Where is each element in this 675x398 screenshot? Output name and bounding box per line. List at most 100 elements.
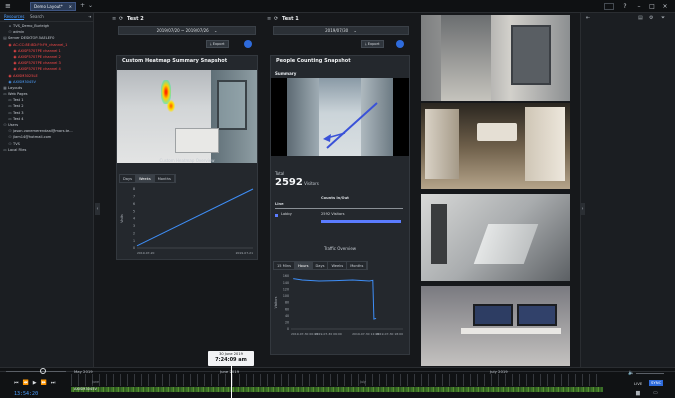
segment-option[interactable]: Weeks [328, 262, 348, 269]
resource-tree: ⌂ TVS_Demo_Burleigh ⚇admin ▤Server DESKTOP-… [0, 23, 94, 153]
y-tick-label: 8 [133, 187, 135, 191]
maximize-button[interactable]: □ [647, 2, 657, 11]
pin-icon[interactable]: ⇥ [88, 14, 91, 19]
tree-item-label: Server DESKTOP-5AELEF0 [8, 36, 55, 41]
tree-item-label: Test 3 [13, 110, 24, 115]
monitor-icon[interactable] [604, 3, 614, 10]
segment-option[interactable]: Days [120, 175, 136, 182]
collapse-right-button[interactable]: › [580, 203, 585, 215]
collapse-left-button[interactable]: ‹ [95, 203, 100, 215]
x-tick-label: 2019-07-21 [236, 251, 254, 255]
date-range-picker[interactable]: 2019/07/20 ~ 2019/07/26 ⌄ [118, 26, 256, 35]
total-value: 2592 [275, 177, 303, 188]
tree-item-label: Users [8, 123, 19, 127]
camera-tile-4[interactable] [421, 286, 570, 366]
add-tab-icon[interactable]: + [80, 2, 85, 9]
settings-round-button[interactable] [396, 40, 404, 48]
y-axis-label: Visits [120, 214, 124, 223]
y-tick-label: 20 [285, 321, 289, 325]
row-name: Lobby [281, 212, 292, 216]
segment-option[interactable]: Weeks [135, 175, 155, 182]
people-counting-card: People Counting Snapshot Summary Total 2… [270, 55, 410, 355]
zoom-handle[interactable] [40, 368, 46, 374]
calendar-icon[interactable]: ▆ [636, 390, 640, 396]
export-button[interactable]: ⤓ Export [206, 40, 229, 48]
refresh-icon[interactable]: ⟳ [274, 16, 278, 22]
series-line [136, 188, 254, 247]
volume-slider[interactable] [636, 373, 664, 374]
layout-tab[interactable]: Demo Layout* × [30, 2, 76, 11]
sub-june: June [92, 380, 99, 384]
help-icon[interactable]: ? [620, 2, 630, 11]
resource-tabs: Resources Search ⇥ [0, 13, 94, 22]
segment-option[interactable]: Days [313, 262, 329, 269]
unpin-icon[interactable]: ⇤ [586, 15, 590, 21]
heatmap-overview-label: Custom Heatmap Overview [159, 158, 215, 163]
minimize-button[interactable]: – [634, 2, 644, 11]
people-counting-title: People Counting Snapshot [276, 58, 351, 64]
filter-icon[interactable]: ⏷ [661, 15, 665, 21]
segment-option[interactable]: Hours [294, 262, 313, 269]
step-forward-icon[interactable]: ⏩ [41, 380, 51, 386]
gear-icon[interactable]: ⚙ [649, 15, 653, 21]
close-button[interactable]: × [660, 2, 670, 11]
recording-chunks[interactable] [71, 387, 603, 392]
layout-tab-label: Demo Layout* [34, 4, 63, 9]
legend-swatch [275, 214, 278, 217]
y-axis-label: Visitors [274, 296, 278, 308]
segment-option[interactable]: Months [155, 175, 175, 182]
tree-item-icon: ⚇ [3, 123, 7, 127]
timeline-ticks [71, 374, 603, 386]
y-tick-label: 0 [133, 246, 135, 250]
y-tick-label: 5 [133, 209, 135, 213]
timeline-tooltip: 30 June 2019 7:24:09 am [208, 351, 254, 366]
thumbnails-icon[interactable]: ▭ [653, 390, 658, 396]
close-icon[interactable]: × [69, 4, 72, 9]
chat-icon[interactable]: ▤ [638, 15, 643, 21]
corridor-snapshot [271, 78, 409, 156]
refresh-icon[interactable]: ⟳ [119, 16, 123, 22]
panel2-title: Test 1 [282, 16, 299, 22]
play-icon[interactable]: ▶ [33, 380, 41, 386]
sync-button[interactable]: SYNC [649, 380, 664, 386]
export-button[interactable]: ⤓ Export [361, 40, 384, 48]
segment-option[interactable]: 15 Mins [274, 262, 295, 269]
y-tick-label: 100 [283, 294, 289, 298]
tree-item-label: AXISM3045V [13, 79, 36, 84]
segment-option[interactable]: Months [347, 262, 368, 269]
tree-item-label: Test 2 [13, 104, 24, 109]
skip-forward-icon[interactable]: ⏭ [51, 380, 60, 386]
column-line: Line [275, 202, 284, 206]
timeline-divider [0, 371, 675, 372]
tooltip-time: 7:24:09 am [215, 356, 247, 363]
table-row[interactable]: Lobby 2592 Visitors [275, 212, 403, 226]
timeline-zoom-slider[interactable] [6, 368, 66, 374]
camera-tile-1[interactable] [421, 15, 570, 101]
step-back-icon[interactable]: ⏪ [23, 380, 33, 386]
timeline-cursor[interactable] [231, 366, 232, 398]
list-icon[interactable]: ≡ [112, 16, 116, 22]
counting-line-overlay [323, 102, 378, 149]
skip-back-icon[interactable]: ⏮ [14, 380, 23, 386]
y-tick-label: 40 [285, 314, 289, 318]
live-button[interactable]: LIVE [634, 381, 642, 386]
volume-icon[interactable]: 🔈 [628, 370, 634, 376]
camera-tile-2[interactable] [421, 103, 570, 189]
camera-tile-3[interactable] [421, 194, 570, 281]
menu-icon[interactable]: ≡ [5, 2, 14, 11]
y-tick-label: 7 [133, 195, 135, 199]
chevron-down-icon[interactable]: ⌄ [88, 2, 93, 9]
x-tick-label: 2019-07-30 06:00 [315, 332, 342, 336]
time-readout: 13:54:20 [14, 391, 39, 397]
x-tick-label: 2019-07-30 18:00 [376, 332, 403, 336]
tree-item[interactable]: ▭Local Files [0, 147, 94, 153]
list-icon[interactable]: ≡ [267, 16, 271, 22]
tree-item-label: AXISP3707PE channel 3 [18, 61, 61, 66]
settings-round-button[interactable] [244, 40, 252, 48]
heatmap-period-segment: Days Weeks Months [119, 174, 176, 183]
tree-item-icon: ▭ [3, 92, 7, 97]
tab-resources[interactable]: Resources [4, 14, 25, 20]
date-picker[interactable]: 2019/07/30 ⌄ [273, 26, 409, 35]
chevron-down-icon: ⌄ [353, 28, 357, 33]
tab-search[interactable]: Search [30, 14, 44, 19]
